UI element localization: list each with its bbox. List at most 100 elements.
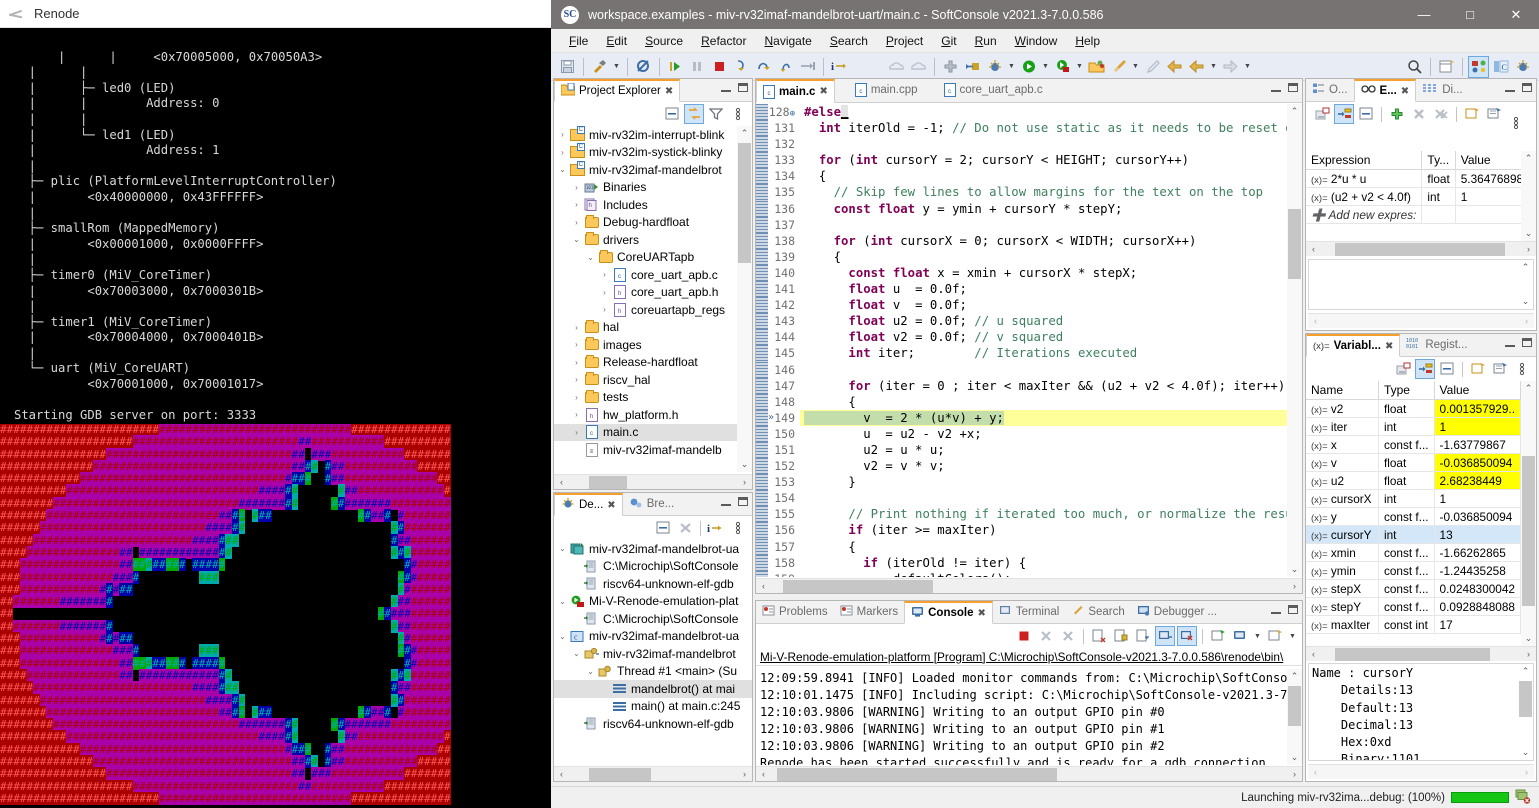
project-explorer-toolbar[interactable] — [554, 102, 752, 126]
scroll-down-icon[interactable]: ⌄ — [1291, 750, 1299, 765]
variables-table[interactable]: Name Type Value (x)= v2 float 0.001357929.. (x… — [1306, 381, 1521, 634]
tab-main-cpp[interactable]: c main.cpp — [849, 78, 924, 102]
scroll-left-icon[interactable]: ‹ — [1308, 316, 1323, 326]
tab-disassembly[interactable]: Di... — [1416, 78, 1468, 101]
code-line[interactable]: 154 — [756, 490, 1287, 507]
code-line[interactable]: 155 // Print nothing if iterated too muc… — [756, 506, 1287, 523]
view-menu-icon[interactable] — [728, 104, 748, 124]
scroll-lock-icon[interactable] — [1111, 626, 1131, 646]
menu-project[interactable]: Project — [877, 32, 932, 50]
menu-edit[interactable]: Edit — [597, 32, 636, 50]
watch-window-icon[interactable] — [1490, 359, 1510, 379]
code-line[interactable]: 152 v2 = v * v; — [756, 458, 1287, 475]
perspective-c-icon[interactable]: C — [1490, 56, 1511, 78]
menu-refactor[interactable]: Refactor — [692, 32, 755, 50]
scroll-right-icon[interactable]: › — [1519, 767, 1534, 777]
tree-item[interactable]: › tests — [554, 389, 737, 407]
scroll-up-icon[interactable]: ⌃ — [741, 126, 749, 141]
variable-value-cell[interactable]: -0.036850094 — [1434, 507, 1521, 526]
code-line[interactable]: 151 u2 = u * u; — [756, 441, 1287, 459]
background-operations-icon[interactable] — [1515, 789, 1531, 807]
close-icon[interactable]: ✖ — [607, 500, 615, 511]
collapse-all-icon[interactable] — [1437, 359, 1457, 379]
minimize-view-icon[interactable] — [1271, 83, 1281, 92]
debug-view-toolbar[interactable]: i — [554, 516, 752, 540]
expressions-detail-pane[interactable]: ⌃ ⌄ — [1308, 259, 1534, 310]
menu-source[interactable]: Source — [636, 32, 692, 50]
tree-item[interactable]: › miv-rv32im-interrupt-blink — [554, 126, 737, 144]
table-row[interactable]: (x)= v float -0.036850094 — [1306, 453, 1521, 472]
variables-toolbar[interactable] — [1306, 357, 1536, 381]
tree-item[interactable]: › 101 Binaries — [554, 179, 737, 197]
tree-item[interactable]: ≡ miv-rv32imaf-mandelb — [554, 441, 737, 459]
view-controls[interactable] — [1271, 83, 1298, 92]
variable-value-cell[interactable]: 0.0928848088 — [1434, 597, 1521, 616]
expressions-vscrollbar[interactable]: ⌃ ⌄ — [1521, 151, 1536, 241]
project-explorer-tabs[interactable]: Project Explorer ✖ — [554, 79, 752, 102]
table-row[interactable]: (x)= iter int 1 — [1306, 417, 1521, 436]
paintbrush-dropdown-icon[interactable]: ▼ — [1130, 56, 1141, 78]
show-console-on-output-icon[interactable] — [1155, 626, 1175, 646]
new-window-icon[interactable] — [1436, 56, 1457, 78]
scroll-up-icon[interactable]: ⌃ — [1522, 260, 1530, 275]
code-line[interactable]: 153 } — [756, 474, 1287, 491]
close-icon[interactable]: ✖ — [1385, 341, 1393, 352]
remove-terminated-icon[interactable] — [675, 518, 695, 538]
scroll-down-icon[interactable]: ⌄ — [1525, 631, 1533, 646]
next-dropdown-icon[interactable]: ▼ — [1242, 56, 1253, 78]
project-explorer-hscrollbar[interactable]: ‹ › — [554, 474, 752, 489]
tree-item[interactable]: › Debug-hardfloat — [554, 214, 737, 232]
variable-detail-hscrollbar[interactable]: ‹ › — [1308, 764, 1534, 779]
remove-all-launches-icon[interactable] — [1058, 626, 1078, 646]
chevron-right-icon[interactable]: › — [598, 270, 611, 279]
instruction-stepping-icon[interactable]: i — [829, 56, 850, 78]
table-row[interactable]: (x)= ymin const f... -1.24435258 — [1306, 561, 1521, 580]
column-header[interactable]: Value — [1434, 381, 1521, 400]
menu-file[interactable]: File — [560, 32, 597, 50]
scroll-right-icon[interactable]: › — [1519, 316, 1534, 326]
minimize-button[interactable]: — — [1401, 0, 1447, 29]
build-hammer-icon[interactable] — [589, 56, 610, 78]
scroll-thumb[interactable] — [783, 579, 933, 593]
chevron-right-icon[interactable]: › — [598, 288, 611, 297]
tree-item[interactable]: ⌄ Thread #1 <main> (Su — [554, 663, 752, 681]
scroll-up-icon[interactable]: ⌃ — [1291, 104, 1299, 119]
chevron-right-icon[interactable]: › — [556, 130, 569, 139]
column-header[interactable]: Value — [1455, 151, 1521, 170]
table-row[interactable]: (x)= x const f... -1.63779867 — [1306, 435, 1521, 454]
scroll-down-icon[interactable]: ⌄ — [1522, 745, 1530, 760]
console-vscrollbar[interactable]: ⌃ ⌄ — [1287, 669, 1302, 765]
code-line[interactable]: 146 — [756, 361, 1287, 378]
tab-debug[interactable]: De... ✖ — [554, 493, 623, 516]
tree-item[interactable]: › riscv_hal — [554, 371, 737, 389]
code-line[interactable]: 142 float v = 0.0f; — [756, 297, 1287, 314]
table-row[interactable]: (x)= stepY const f... 0.0928848088 — [1306, 597, 1521, 616]
editor-vscrollbar[interactable]: ⌃ ⌄ — [1287, 104, 1302, 577]
scroll-left-icon[interactable]: ‹ — [554, 477, 569, 487]
profile-dropdown-icon[interactable]: ▼ — [1074, 56, 1085, 78]
scroll-right-icon[interactable]: › — [737, 477, 752, 487]
scroll-up-icon[interactable]: ⌃ — [1525, 381, 1533, 396]
console-toolbar[interactable]: ▼ ▼ — [756, 624, 1302, 648]
tree-item[interactable]: › c core_uart_apb.c — [554, 266, 737, 284]
menu-run[interactable]: Run — [966, 32, 1006, 50]
tab-registers[interactable]: 1010 0101 Regist... — [1400, 333, 1473, 356]
column-header[interactable]: Ty... — [1421, 151, 1456, 170]
column-header[interactable]: Name — [1306, 381, 1379, 400]
tree-item[interactable]: C:\Microchip\SoftConsole — [554, 610, 752, 628]
chevron-right-icon[interactable]: › — [570, 218, 583, 227]
perspective-debug-icon[interactable] — [1468, 55, 1489, 78]
scroll-thumb[interactable] — [777, 767, 1057, 781]
table-row[interactable]: (x)= xmin const f... -1.66262865 — [1306, 543, 1521, 562]
table-row[interactable]: (x)= 2*u * u float 5.36476898 — [1306, 169, 1521, 188]
view-controls[interactable] — [1505, 83, 1532, 92]
scroll-right-icon[interactable]: › — [1287, 581, 1302, 591]
scroll-down-icon[interactable]: ⌄ — [1522, 294, 1530, 309]
remove-all-expressions-icon[interactable] — [1431, 104, 1451, 124]
table-row[interactable]: (x)= cursorX int 1 — [1306, 489, 1521, 508]
code-line[interactable]: 138 for (int cursorX = 0; cursorX < WIDT… — [756, 232, 1287, 249]
word-wrap-icon[interactable] — [1133, 626, 1153, 646]
menu-git[interactable]: Git — [932, 32, 965, 50]
value-cell[interactable]: 1 — [1455, 187, 1521, 206]
perspective-debug2-icon[interactable] — [1512, 56, 1533, 78]
